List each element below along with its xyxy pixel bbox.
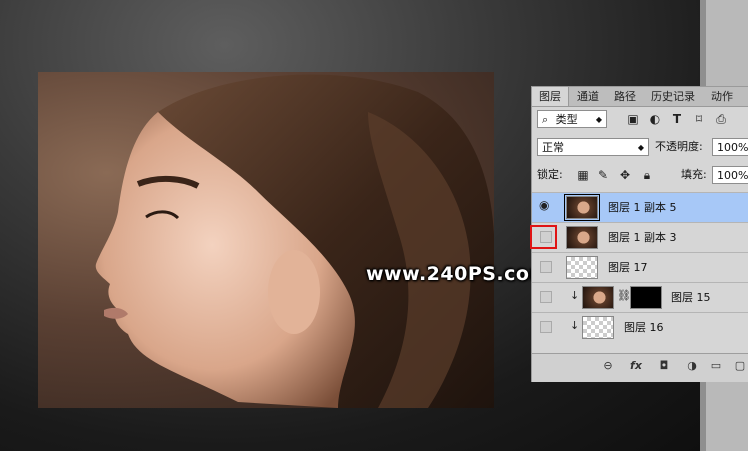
layer-name: 图层 1 副本 5	[608, 201, 677, 214]
highlight-box	[530, 225, 557, 249]
filter-kind-value: 类型	[555, 113, 578, 126]
mask-icon[interactable]: ◘	[656, 359, 672, 372]
layer-name: 图层 17	[608, 261, 648, 274]
clip-arrow-icon: ↓	[570, 289, 580, 302]
folder-icon[interactable]: ▭	[708, 359, 724, 372]
fill-input[interactable]: 100%	[712, 166, 748, 184]
opacity-input[interactable]: 100%	[712, 138, 748, 156]
layer-name: 图层 15	[671, 291, 711, 304]
shape-filter-icon[interactable]: ⌑	[692, 110, 706, 128]
panel-bottom-bar: ⊖ fx ◘ ◑ ▭ ▢	[532, 353, 748, 382]
tab-layers[interactable]: 图层	[532, 87, 569, 106]
layers-panel: 图层 通道 路径 历史记录 动作 ⌕ 类型 ◆ ▣ ◐ T ⌑ ⎙ 正常 ◆ 不…	[531, 86, 748, 382]
layer-thumbnail	[564, 194, 600, 221]
stepper-arrows-icon: ◆	[595, 115, 602, 124]
layer-thumbnail	[582, 286, 614, 309]
layer-thumbnail	[566, 256, 598, 279]
visibility-toggle[interactable]	[540, 261, 552, 273]
layer-name: 图层 16	[624, 321, 664, 334]
tab-actions[interactable]: 动作	[704, 87, 740, 106]
eye-icon[interactable]: ◉	[539, 198, 549, 212]
chain-link-icon[interactable]: ⛓	[617, 289, 631, 302]
layer-row[interactable]: 图层 1 副本 3	[532, 222, 748, 252]
layer-row[interactable]: ◉ 图层 1 副本 5	[532, 192, 748, 222]
blend-mode-select[interactable]: 正常 ◆	[537, 138, 649, 156]
blend-mode-value: 正常	[542, 141, 564, 154]
woman-profile-illustration	[95, 74, 494, 408]
adjustment-icon[interactable]: ◑	[684, 359, 700, 372]
layer-row[interactable]: 图层 17	[532, 252, 748, 282]
watermark-text: www.240PS.com	[366, 263, 550, 285]
link-icon[interactable]: ⊖	[600, 359, 616, 372]
lock-transparent-icon[interactable]: ▦	[576, 166, 590, 184]
filter-kind-select[interactable]: ⌕ 类型 ◆	[537, 110, 607, 128]
clip-arrow-icon: ↓	[570, 319, 580, 332]
layer-row[interactable]: ↓ ⛓ 图层 15	[532, 282, 748, 312]
smart-object-filter-icon[interactable]: ⎙	[714, 110, 728, 128]
layer-row[interactable]: ↓ 图层 16	[532, 312, 748, 342]
lock-brush-icon[interactable]: ✎	[596, 166, 610, 184]
layer-thumbnail	[582, 316, 614, 339]
layer-name: 图层 1 副本 3	[608, 231, 677, 244]
type-filter-icon[interactable]: T	[670, 110, 684, 128]
layer-thumbnail	[566, 226, 598, 249]
layer-mask-thumbnail[interactable]	[630, 286, 662, 309]
adjustment-filter-icon[interactable]: ◐	[648, 110, 662, 128]
visibility-toggle[interactable]	[540, 321, 552, 333]
lock-move-icon[interactable]: ✥	[618, 166, 632, 184]
panel-tabs: 图层 通道 路径 历史记录 动作	[532, 87, 748, 107]
lock-label: 锁定:	[537, 168, 563, 181]
visibility-toggle[interactable]	[540, 291, 552, 303]
opacity-label: 不透明度:	[655, 140, 703, 153]
lock-all-icon[interactable]: 🔒︎	[640, 166, 654, 184]
fx-icon[interactable]: fx	[628, 359, 644, 372]
tab-channels[interactable]: 通道	[570, 87, 606, 106]
image-filter-icon[interactable]: ▣	[626, 110, 640, 128]
tab-history[interactable]: 历史记录	[644, 87, 702, 106]
new-layer-icon[interactable]: ▢	[732, 359, 748, 372]
canvas-photo	[38, 72, 494, 408]
tab-paths[interactable]: 路径	[608, 87, 642, 106]
fill-label: 填充:	[681, 168, 707, 181]
stepper-arrows-icon: ◆	[637, 143, 644, 152]
search-icon: ⌕	[542, 113, 549, 126]
